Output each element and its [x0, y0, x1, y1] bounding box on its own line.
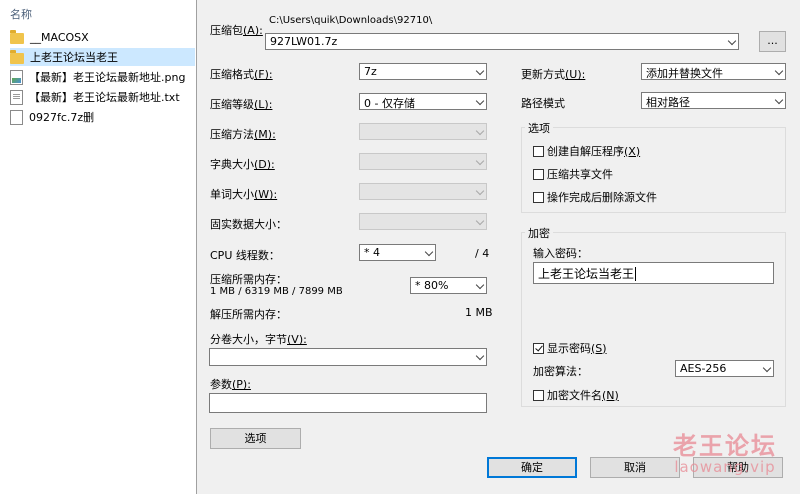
solid-select [359, 213, 487, 230]
blank-file-icon [10, 109, 23, 125]
cpu-select[interactable]: * 4 [359, 244, 436, 261]
file-explorer-pane: 名称 __MACOSX 上老王论坛当老王 【最新】老王论坛最新地址.png 【最… [0, 0, 196, 494]
file-name: __MACOSX [30, 30, 89, 44]
checkbox-checked-icon[interactable] [533, 342, 544, 354]
chevron-down-icon [774, 66, 784, 76]
text-file-icon [10, 89, 23, 105]
file-item-png[interactable]: 【最新】老王论坛最新地址.png [10, 68, 195, 86]
archive-path: C:\Users\quik\Downloads\92710\ [269, 15, 433, 26]
checkbox-box[interactable] [533, 168, 544, 180]
add-to-archive-dialog: 压缩包(A): C:\Users\quik\Downloads\92710\ 9… [196, 0, 800, 494]
mem-decompress-value: 1 MB [465, 306, 493, 319]
chevron-down-icon [475, 216, 485, 226]
algorithm-select[interactable]: AES-256 [675, 360, 774, 377]
folder-icon [10, 29, 24, 44]
mem-compress-label: 压缩所需内存： [210, 273, 287, 286]
params-input[interactable] [209, 393, 487, 413]
checkbox-box[interactable] [533, 145, 544, 157]
chevron-down-icon [774, 95, 784, 105]
params-label: 参数(P): [210, 378, 251, 391]
split-volume-combo[interactable] [209, 348, 487, 366]
ok-button[interactable]: 确定 [487, 457, 577, 478]
method-label: 压缩方法(M): [210, 128, 276, 141]
sfx-checkbox[interactable]: 创建自解压程序 (X) [533, 143, 640, 159]
file-name: 上老王论坛当老王 [30, 51, 118, 64]
level-select[interactable]: 0 - 仅存储 [359, 93, 487, 110]
delete-after-checkbox[interactable]: 操作完成后删除源文件 [533, 189, 657, 205]
options-button[interactable]: 选项 [210, 428, 301, 449]
shared-files-checkbox[interactable]: 压缩共享文件 [533, 166, 613, 182]
chevron-down-icon [475, 280, 485, 290]
show-password-checkbox[interactable]: 显示密码 (S) [533, 340, 607, 356]
mem-decompress-label: 解压所需内存： [210, 308, 287, 321]
chevron-down-icon [424, 247, 434, 257]
format-select[interactable]: 7z [359, 63, 487, 80]
folder-icon [10, 49, 24, 64]
chevron-down-icon [475, 351, 485, 361]
split-label: 分卷大小，字节(V): [210, 333, 307, 346]
watermark: 老王论坛 laowang.vip [660, 426, 790, 476]
checkbox-box[interactable] [533, 389, 544, 401]
path-mode-select[interactable]: 相对路径 [641, 92, 786, 109]
path-mode-label: 路径模式 [521, 97, 565, 110]
solid-label: 固实数据大小： [210, 218, 287, 231]
chevron-down-icon [475, 96, 485, 106]
dict-select [359, 153, 487, 170]
mem-percent-select[interactable]: * 80% [410, 277, 487, 294]
update-mode-select[interactable]: 添加并替换文件 [641, 63, 786, 80]
dict-label: 字典大小(D): [210, 158, 275, 171]
encrypt-names-checkbox[interactable]: 加密文件名 (N) [533, 387, 619, 403]
password-label: 输入密码： [533, 247, 588, 260]
format-label: 压缩格式(F): [210, 68, 273, 81]
chevron-down-icon [475, 186, 485, 196]
chevron-down-icon [475, 126, 485, 136]
image-file-icon [10, 69, 23, 85]
chevron-down-icon [762, 363, 772, 373]
level-label: 压缩等级(L): [210, 98, 273, 111]
file-name: 【最新】老王论坛最新地址.png [29, 71, 186, 84]
cpu-total: / 4 [475, 247, 490, 260]
cpu-label: CPU 线程数： [210, 249, 280, 262]
method-select [359, 123, 487, 140]
algorithm-label: 加密算法： [533, 365, 588, 378]
password-input[interactable]: 上老王论坛当老王 [533, 262, 774, 284]
file-name: 【最新】老王论坛最新地址.txt [29, 91, 180, 104]
archive-label: 压缩包(A): [210, 24, 263, 37]
chevron-down-icon [475, 156, 485, 166]
chevron-down-icon [727, 36, 737, 46]
name-column-header[interactable]: 名称 [10, 6, 32, 22]
browse-button[interactable]: ... [759, 31, 786, 52]
encryption-group-title: 加密 [525, 225, 553, 241]
file-item-7z[interactable]: 0927fc.7z删 [10, 108, 195, 126]
watermark-en: laowang.vip [674, 458, 776, 476]
checkbox-box[interactable] [533, 191, 544, 203]
archive-name-combo[interactable]: 927LW01.7z [265, 33, 739, 50]
word-label: 单词大小(W): [210, 188, 278, 201]
mem-compress-value: 1 MB / 6319 MB / 7899 MB [210, 286, 343, 297]
update-label: 更新方式(U): [521, 68, 586, 81]
file-item-laowang-folder[interactable]: 上老王论坛当老王 [10, 48, 195, 66]
chevron-down-icon [475, 66, 485, 76]
file-item-macosx[interactable]: __MACOSX [10, 28, 195, 46]
watermark-cn: 老王论坛 [673, 431, 777, 460]
file-item-txt[interactable]: 【最新】老王论坛最新地址.txt [10, 88, 195, 106]
file-name: 0927fc.7z删 [29, 111, 95, 124]
word-select [359, 183, 487, 200]
options-group-title: 选项 [525, 120, 553, 136]
